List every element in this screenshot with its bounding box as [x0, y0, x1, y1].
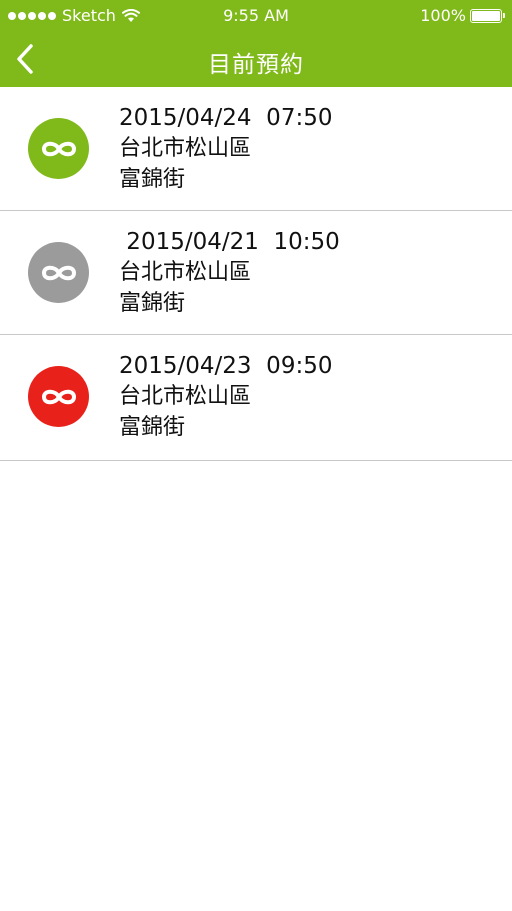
reservation-district: 台北市松山區 [119, 136, 252, 161]
reservation-details: 2015/04/23 09:50 台北市松山區 富錦街 [119, 351, 332, 443]
infinity-icon [41, 389, 76, 404]
nav-bar: 目前預約 [0, 32, 512, 87]
status-avatar [28, 242, 89, 303]
infinity-icon [41, 265, 76, 280]
reservation-street: 富錦街 [119, 291, 186, 316]
reservation-district: 台北市松山區 [119, 260, 252, 285]
reservation-street: 富錦街 [119, 415, 186, 440]
reservation-street: 富錦街 [119, 167, 186, 192]
app-header: Sketch 9:55 AM 100% 目前預約 [0, 0, 512, 87]
reservation-row[interactable]: 2015/04/23 09:50 台北市松山區 富錦街 [0, 335, 512, 461]
page-title: 目前預約 [208, 52, 304, 78]
status-bar: Sketch 9:55 AM 100% [0, 0, 512, 32]
reservation-datetime: 2015/04/24 07:50 [119, 105, 333, 131]
reservation-details: 2015/04/24 07:50 台北市松山區 富錦街 [119, 103, 332, 195]
battery-percent: 100% [420, 6, 466, 25]
status-avatar [28, 118, 89, 179]
reservation-row[interactable]: 2015/04/24 07:50 台北市松山區 富錦街 [0, 87, 512, 211]
reservation-row[interactable]: 2015/04/21 10:50 台北市松山區 富錦街 [0, 211, 512, 335]
reservation-datetime: 2015/04/23 09:50 [119, 353, 333, 379]
battery-icon [470, 8, 505, 23]
reservation-datetime: 2015/04/21 10:50 [119, 229, 340, 255]
status-avatar [28, 366, 89, 427]
reservation-district: 台北市松山區 [119, 384, 252, 409]
status-right: 100% [420, 6, 505, 25]
reservation-list: 2015/04/24 07:50 台北市松山區 富錦街 2015/04/21 1… [0, 87, 512, 461]
reservation-details: 2015/04/21 10:50 台北市松山區 富錦街 [119, 227, 340, 319]
infinity-icon [41, 141, 76, 156]
